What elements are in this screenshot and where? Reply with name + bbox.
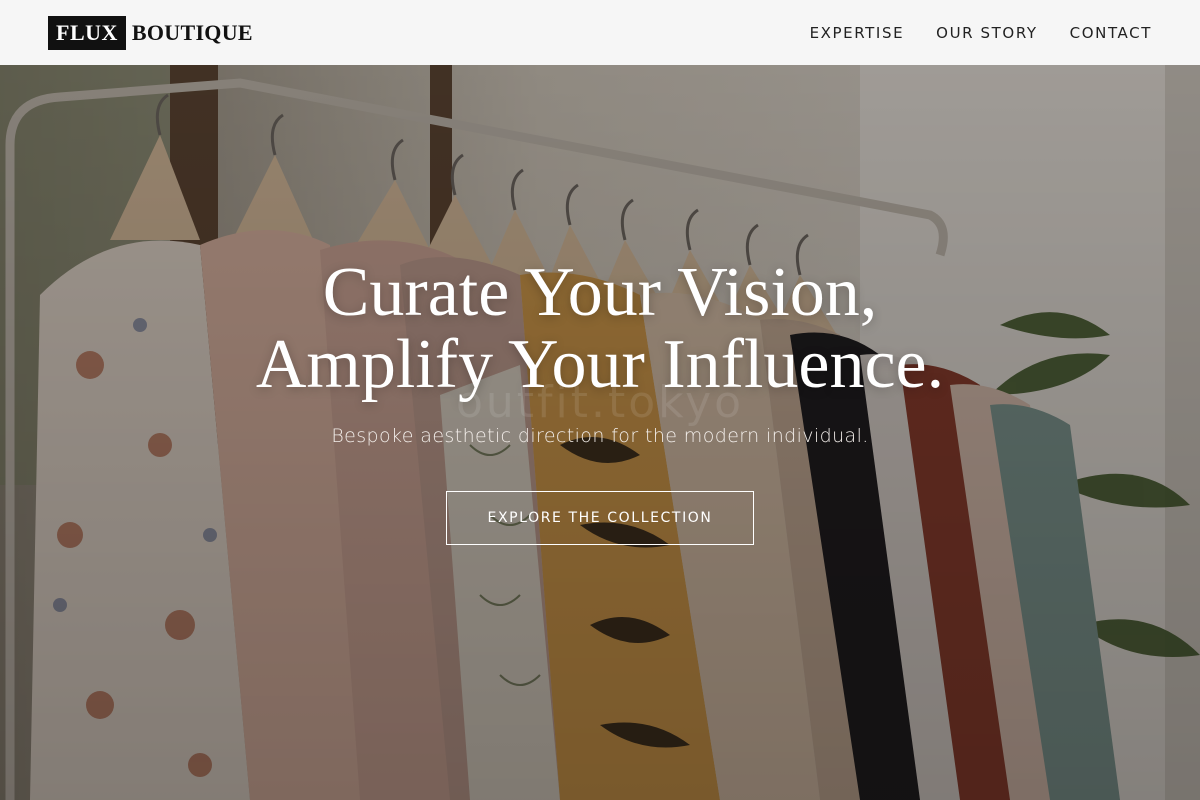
logo-mark: FLUX <box>48 15 126 50</box>
explore-collection-button[interactable]: EXPLORE THE COLLECTION <box>446 491 754 545</box>
hero-headline-line1: Curate Your Vision, <box>322 254 878 331</box>
hero-section: Curate Your Vision, Amplify Your Influen… <box>0 65 1200 800</box>
nav-link-our-story[interactable]: OUR STORY <box>936 24 1038 42</box>
nav-link-expertise[interactable]: EXPERTISE <box>810 24 905 42</box>
brand-logo[interactable]: FLUX BOUTIQUE <box>48 15 253 50</box>
main-nav: EXPERTISE OUR STORY CONTACT <box>810 24 1152 42</box>
site-header: FLUX BOUTIQUE EXPERTISE OUR STORY CONTAC… <box>0 0 1200 65</box>
nav-link-contact[interactable]: CONTACT <box>1070 24 1152 42</box>
hero-content: Curate Your Vision, Amplify Your Influen… <box>0 65 1200 800</box>
hero-subtitle: Bespoke aesthetic direction for the mode… <box>331 425 869 447</box>
logo-wordmark: BOUTIQUE <box>131 19 253 45</box>
hero-headline-line2: Amplify Your Influence. <box>255 326 945 403</box>
